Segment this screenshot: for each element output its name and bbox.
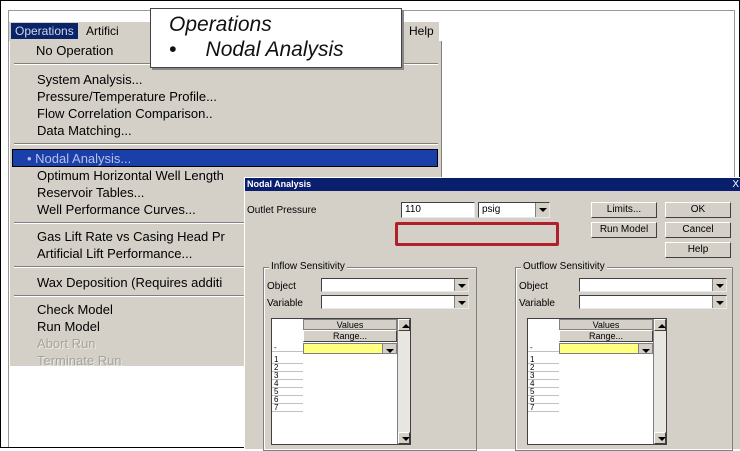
menu-item-run-model[interactable]: Run Model: [37, 318, 100, 335]
close-icon[interactable]: X: [732, 178, 739, 191]
callout-box: Operations • Nodal Analysis: [150, 8, 402, 68]
chevron-down-icon[interactable]: [712, 279, 726, 291]
inflow-row-7: 7: [272, 404, 303, 412]
chevron-down-icon[interactable]: [535, 203, 549, 217]
outflow-selected-cell[interactable]: [559, 343, 653, 354]
inflow-range-button[interactable]: Range...: [303, 330, 397, 342]
chevron-down-icon[interactable]: [712, 296, 726, 308]
cancel-button[interactable]: Cancel: [665, 222, 731, 238]
run-model-button[interactable]: Run Model: [591, 222, 657, 238]
outflow-group-label: Outflow Sensitivity: [521, 261, 607, 272]
scroll-down-icon[interactable]: [398, 432, 410, 444]
menu-item-pressure-temperature-profile[interactable]: Pressure/Temperature Profile...: [37, 88, 217, 105]
inflow-grid-scrollbar[interactable]: [397, 319, 410, 444]
chevron-down-icon[interactable]: [638, 344, 652, 353]
outflow-variable-label: Variable: [519, 298, 555, 309]
menu-separator: [14, 143, 438, 145]
nodal-analysis-dialog: Nodal Analysis X Outlet Pressure 110 psi…: [244, 177, 740, 451]
menu-item-well-performance-curves[interactable]: Well Performance Curves...: [37, 201, 196, 218]
menu-operations[interactable]: Operations: [11, 23, 78, 39]
menu-item-reservoir-tables[interactable]: Reservoir Tables...: [37, 184, 144, 201]
menu-item-nodal-analysis-highlighted[interactable]: • Nodal Analysis...: [12, 149, 438, 167]
outflow-variable-select[interactable]: [579, 295, 727, 309]
outflow-object-select[interactable]: [579, 278, 727, 292]
outflow-row-7: 7: [528, 404, 559, 412]
help-button[interactable]: Help: [665, 242, 731, 258]
callout-title: Operations: [169, 13, 272, 36]
inflow-variable-select[interactable]: [321, 295, 469, 309]
outlet-pressure-highlight-box: [395, 222, 559, 246]
menu-item-abort-run: Abort Run: [37, 336, 96, 351]
inflow-variable-label: Variable: [267, 298, 303, 309]
menu-help[interactable]: Help: [405, 23, 438, 39]
dialog-title: Nodal Analysis: [247, 179, 312, 189]
chevron-down-icon[interactable]: [382, 344, 396, 353]
menu-item-flow-correlation-comparison[interactable]: Flow Correlation Comparison..: [37, 105, 213, 122]
menu-item-gas-lift-rate[interactable]: Gas Lift Rate vs Casing Head Pr: [37, 228, 225, 245]
outflow-grid-scrollbar[interactable]: [653, 319, 666, 444]
menu-item-optimum-horizontal-well-length[interactable]: Optimum Horizontal Well Length: [37, 167, 224, 184]
outflow-object-label: Object: [519, 281, 548, 292]
menu-item-no-operation[interactable]: No Operation: [36, 42, 113, 59]
scroll-up-icon[interactable]: [654, 319, 666, 331]
inflow-values-header: Values: [303, 319, 397, 330]
inflow-dash-row: -: [272, 344, 303, 352]
menu-item-terminate-run: Terminate Run: [37, 353, 122, 368]
menu-item-nodal-analysis[interactable]: • Nodal Analysis...: [27, 150, 131, 167]
menu-item-artificial-lift-performance[interactable]: Artificial Lift Performance...: [37, 245, 192, 262]
inflow-values-grid[interactable]: Values Range... - 1 2 3 4 5 6 7: [271, 318, 411, 445]
chevron-down-icon[interactable]: [454, 279, 468, 291]
outlet-unit-value: psig: [482, 204, 501, 215]
dialog-title-bar[interactable]: Nodal Analysis X: [245, 178, 740, 191]
callout-bullet: • Nodal Analysis: [169, 38, 344, 61]
outflow-values-header: Values: [559, 319, 653, 330]
inflow-object-select[interactable]: [321, 278, 469, 292]
ok-button[interactable]: OK: [665, 202, 731, 218]
menu-item-system-analysis[interactable]: System Analysis...: [37, 71, 142, 88]
outflow-dash-row: -: [528, 344, 559, 352]
menu-item-data-matching[interactable]: Data Matching...: [37, 122, 132, 139]
outflow-range-button[interactable]: Range...: [559, 330, 653, 342]
scroll-up-icon[interactable]: [398, 319, 410, 331]
inflow-object-label: Object: [267, 281, 296, 292]
outlet-pressure-value: 110: [405, 204, 421, 215]
scroll-down-icon[interactable]: [654, 432, 666, 444]
inflow-group-label: Inflow Sensitivity: [269, 261, 347, 272]
inflow-selected-cell[interactable]: [303, 343, 397, 354]
menu-item-wax-deposition[interactable]: Wax Deposition (Requires additi: [37, 274, 222, 291]
outlet-pressure-label: Outlet Pressure: [247, 205, 317, 216]
menu-artificial-lift[interactable]: Artifici: [82, 23, 123, 39]
menu-item-check-model[interactable]: Check Model: [37, 301, 113, 318]
limits-button[interactable]: Limits...: [591, 202, 657, 218]
chevron-down-icon[interactable]: [454, 296, 468, 308]
outflow-values-grid[interactable]: Values Range... - 1 2 3 4 5 6 7: [527, 318, 667, 445]
outlet-unit-select[interactable]: psig: [478, 202, 550, 218]
outlet-pressure-input[interactable]: 110: [401, 202, 475, 218]
